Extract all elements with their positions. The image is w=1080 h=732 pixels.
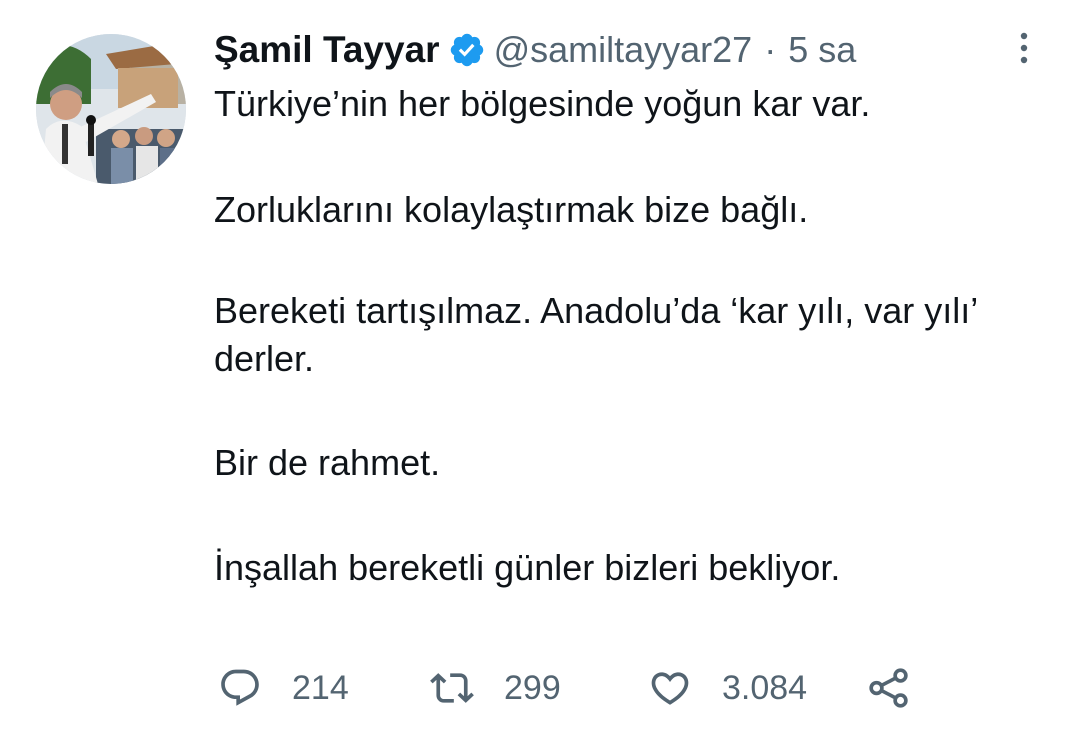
reply-button[interactable]: 214 xyxy=(218,663,349,713)
tweet: Şamil Tayyar @samiltayyar27 · 5 sa Türki… xyxy=(0,0,1080,732)
tweet-paragraph: Bir de rahmet. xyxy=(214,442,441,483)
tweet-paragraph: Türkiye’nin her bölgesinde yoğun kar var… xyxy=(214,83,871,124)
reply-icon xyxy=(221,669,259,706)
share-button[interactable] xyxy=(866,663,912,713)
author-name[interactable]: Şamil Tayyar xyxy=(214,29,440,71)
verified-badge-icon xyxy=(450,33,483,67)
tweet-paragraph: Bereketi tartışılmaz. Anadolu’da ‘kar yı… xyxy=(214,290,977,379)
retweet-count: 299 xyxy=(504,668,561,707)
share-icon xyxy=(869,668,908,708)
like-button[interactable]: 3.084 xyxy=(648,663,807,713)
separator-dot: · xyxy=(764,29,777,70)
tweet-timestamp[interactable]: 5 sa xyxy=(788,29,856,71)
like-count: 3.084 xyxy=(722,668,808,707)
more-options-icon[interactable] xyxy=(1010,30,1038,66)
tweet-header: Şamil Tayyar @samiltayyar27 · 5 sa xyxy=(214,22,856,78)
avatar-photo xyxy=(36,34,186,184)
author-handle[interactable]: @samiltayyar27 xyxy=(494,29,753,71)
tweet-paragraph: İnşallah bereketli günler bizleri bekliy… xyxy=(214,547,841,588)
heart-icon xyxy=(651,672,689,705)
tweet-text: Türkiye’nin her bölgesinde yoğun kar var… xyxy=(214,80,1054,640)
retweet-icon xyxy=(430,673,474,703)
retweet-button[interactable]: 299 xyxy=(430,663,561,713)
tweet-actions: 214 299 3.084 xyxy=(214,663,974,713)
tweet-paragraph: Zorluklarını kolaylaştırmak bize bağlı. xyxy=(214,189,809,230)
reply-count: 214 xyxy=(292,668,349,707)
avatar[interactable] xyxy=(36,34,186,184)
